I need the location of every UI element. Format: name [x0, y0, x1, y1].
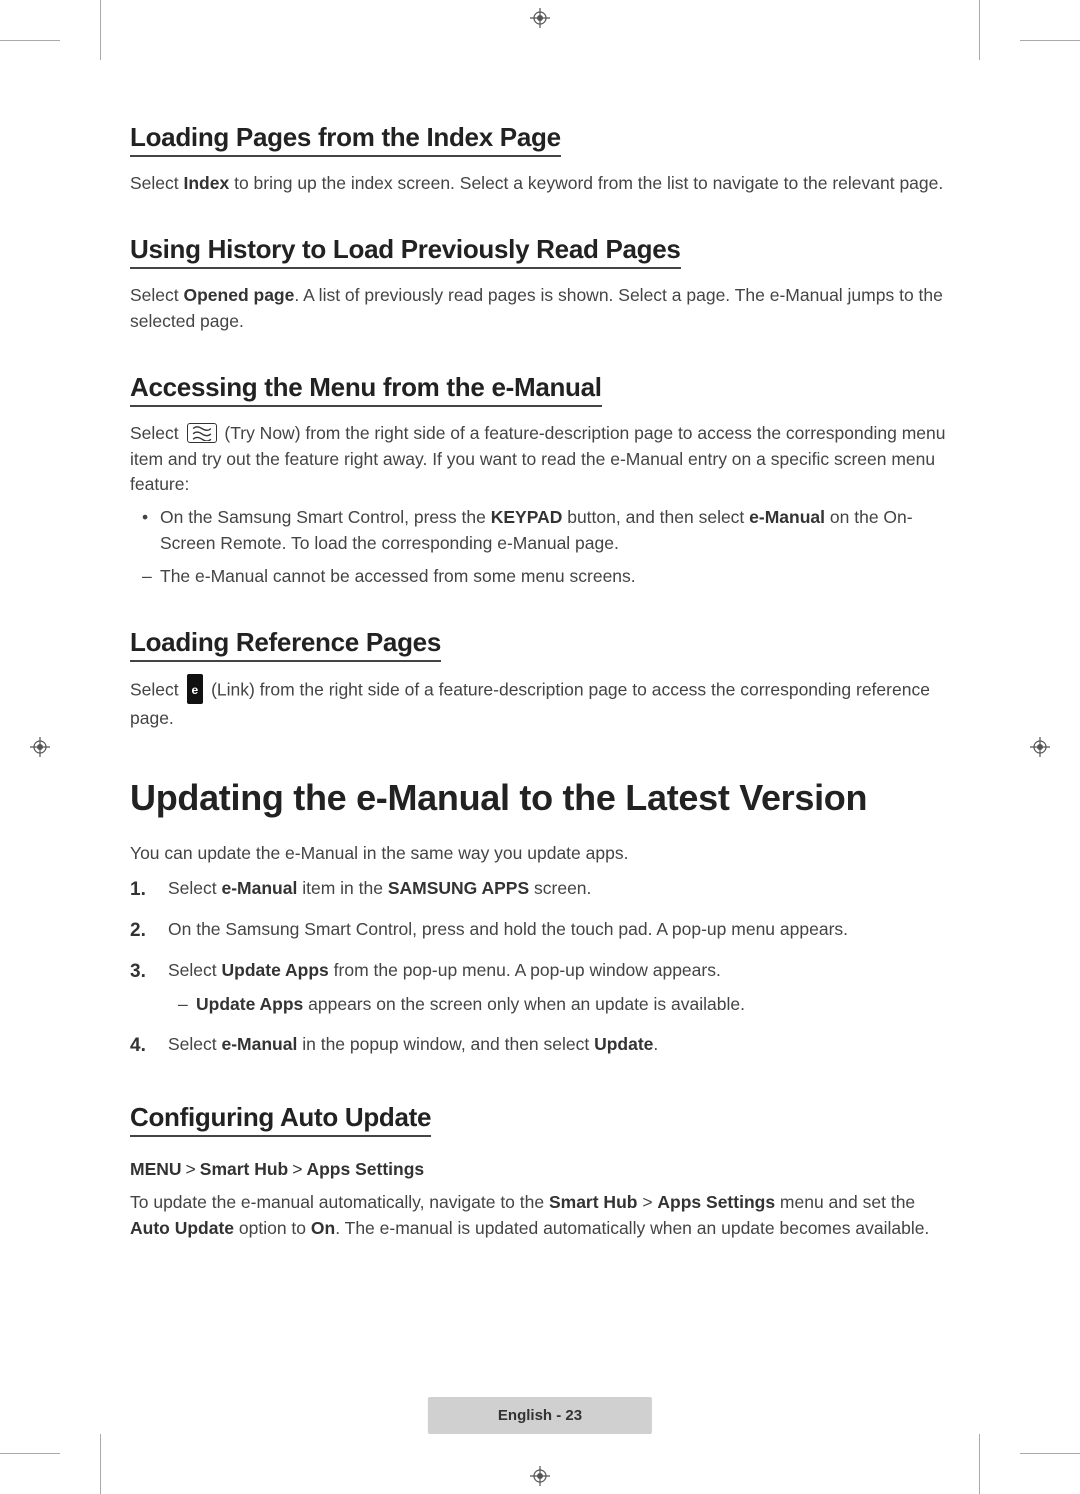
heading-loading-index: Loading Pages from the Index Page	[130, 122, 561, 157]
page-content: Loading Pages from the Index Page Select…	[130, 110, 950, 1241]
section3-bullet: On the Samsung Smart Control, press the …	[160, 505, 950, 556]
crop-mark	[100, 1434, 101, 1494]
manual-page: Loading Pages from the Index Page Select…	[0, 0, 1080, 1494]
step-number: 3.	[130, 957, 146, 986]
heading-history: Using History to Load Previously Read Pa…	[130, 234, 681, 269]
heading-updating-emanual: Updating the e-Manual to the Latest Vers…	[130, 777, 950, 819]
try-now-icon	[187, 423, 217, 443]
step-4: 4. Select e-Manual in the popup window, …	[130, 1031, 950, 1058]
crop-mark	[979, 1434, 980, 1494]
step-3: 3. Select Update Apps from the pop-up me…	[130, 957, 950, 1018]
crop-mark	[979, 0, 980, 60]
step-2: 2. On the Samsung Smart Control, press a…	[130, 916, 950, 943]
registration-mark-icon	[530, 8, 550, 28]
menu-path: MENU>Smart Hub>Apps Settings	[130, 1159, 950, 1180]
step-number: 4.	[130, 1031, 146, 1060]
updating-intro: You can update the e-Manual in the same …	[130, 841, 950, 866]
crop-mark	[0, 40, 60, 41]
registration-mark-icon	[30, 737, 50, 757]
section1-text: Select Index to bring up the index scree…	[130, 171, 950, 196]
section4-text: Select e (Link) from the right side of a…	[130, 676, 950, 731]
step-number: 1.	[130, 875, 146, 904]
step-number: 2.	[130, 916, 146, 945]
section2-text: Select Opened page. A list of previously…	[130, 283, 950, 334]
link-icon: e	[187, 674, 204, 703]
section3-text: Select (Try Now) from the right side of …	[130, 421, 950, 497]
step-1: 1. Select e-Manual item in the SAMSUNG A…	[130, 875, 950, 902]
registration-mark-icon	[1030, 737, 1050, 757]
crop-mark	[1020, 40, 1080, 41]
page-footer: English - 23	[428, 1397, 652, 1434]
heading-accessing-menu: Accessing the Menu from the e-Manual	[130, 372, 602, 407]
crop-mark	[0, 1453, 60, 1454]
registration-mark-icon	[530, 1466, 550, 1486]
crop-mark	[1020, 1453, 1080, 1454]
heading-auto-update: Configuring Auto Update	[130, 1102, 431, 1137]
section5-text: To update the e-manual automatically, na…	[130, 1190, 950, 1241]
step-3-note: Update Apps appears on the screen only w…	[196, 992, 950, 1017]
section3-note: The e-Manual cannot be accessed from som…	[160, 564, 950, 589]
heading-reference: Loading Reference Pages	[130, 627, 441, 662]
crop-mark	[100, 0, 101, 60]
